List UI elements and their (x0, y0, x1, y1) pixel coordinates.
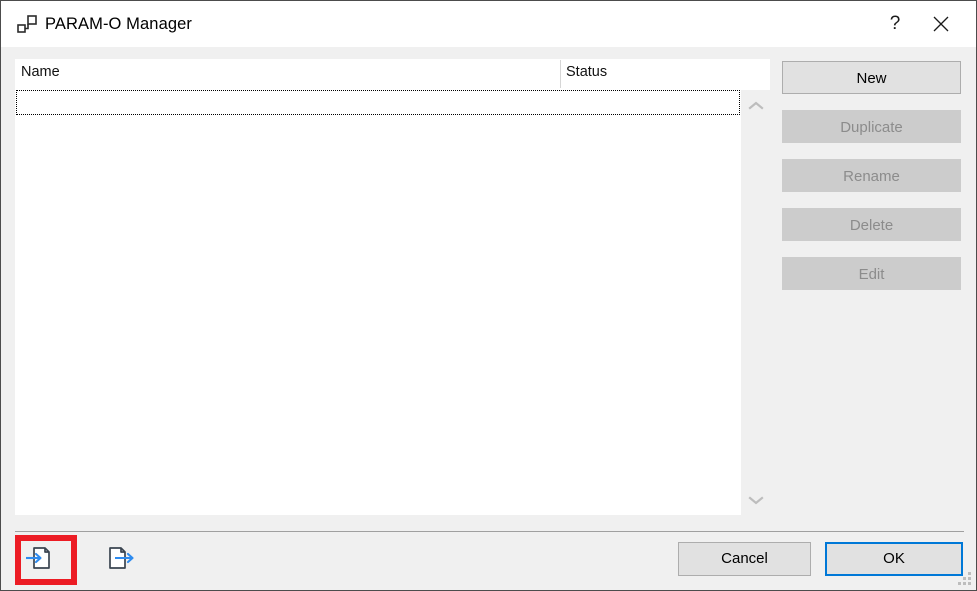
close-icon (933, 16, 949, 32)
rename-button: Rename (782, 159, 961, 192)
action-buttons-group: New Duplicate Rename Delete Edit (782, 61, 961, 306)
import-document-icon (26, 547, 50, 569)
delete-button: Delete (782, 208, 961, 241)
edit-button: Edit (782, 257, 961, 290)
scroll-down-button[interactable] (741, 485, 770, 515)
list-body[interactable] (15, 90, 741, 515)
list-focus-indicator (16, 90, 740, 115)
items-list-panel: Name Status (15, 59, 770, 515)
nodes-icon (17, 15, 37, 33)
title-bar: PARAM-O Manager ? (1, 1, 976, 47)
ok-button[interactable]: OK (825, 542, 963, 576)
chevron-down-icon (747, 495, 764, 504)
export-button[interactable] (98, 535, 144, 581)
new-button[interactable]: New (782, 61, 961, 94)
param-o-manager-dialog: PARAM-O Manager ? Name Status New Duplic… (0, 0, 977, 591)
list-scrollbar[interactable] (741, 90, 770, 515)
window-title: PARAM-O Manager (45, 14, 192, 33)
resize-grip[interactable] (958, 572, 972, 586)
help-button[interactable]: ? (872, 1, 918, 47)
chevron-up-icon (747, 101, 764, 110)
column-header-name[interactable]: Name (21, 64, 60, 80)
column-header-status[interactable]: Status (566, 64, 607, 80)
export-document-icon (109, 547, 134, 569)
duplicate-button: Duplicate (782, 110, 961, 143)
footer-separator (15, 531, 964, 532)
close-button[interactable] (918, 1, 964, 47)
list-column-headers: Name Status (15, 59, 770, 90)
column-divider[interactable] (560, 60, 561, 88)
import-button[interactable] (15, 535, 61, 581)
scroll-up-button[interactable] (741, 90, 770, 120)
cancel-button[interactable]: Cancel (678, 542, 811, 576)
